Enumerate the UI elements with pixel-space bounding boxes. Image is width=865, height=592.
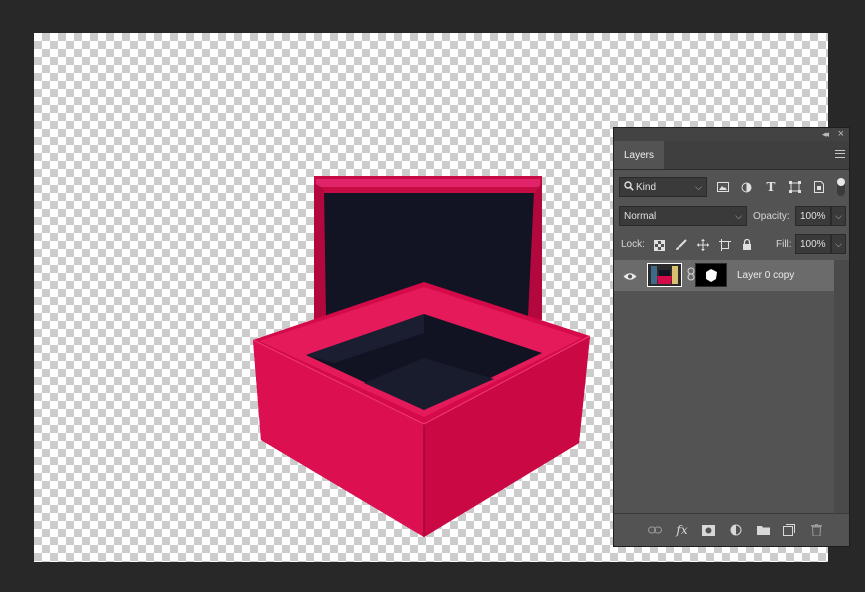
lock-row: Lock: Fill: 100% ⌵ — [614, 234, 849, 256]
image-filter-icon[interactable] — [715, 179, 731, 195]
chevron-down-icon: ⌵ — [735, 211, 742, 221]
new-group-icon[interactable] — [755, 522, 771, 538]
layer-name[interactable]: Layer 0 copy — [737, 270, 794, 281]
lock-all-icon[interactable] — [739, 237, 755, 253]
filter-row: Kind ⌵ T — [614, 176, 849, 198]
blend-mode-value: Normal — [624, 210, 657, 222]
lock-position-icon[interactable] — [695, 237, 711, 253]
lock-transparent-pixels-icon[interactable] — [651, 237, 667, 253]
panel-menu-icon[interactable] — [835, 150, 845, 158]
add-mask-icon[interactable] — [700, 522, 716, 538]
fill-label: Fill: — [776, 239, 792, 250]
lock-label: Lock: — [621, 239, 645, 250]
layer-row[interactable]: Layer 0 copy — [614, 260, 834, 291]
lock-artboard-icon[interactable] — [717, 237, 733, 253]
fill-input[interactable]: 100% — [795, 234, 831, 254]
layers-scrollbar[interactable] — [834, 260, 849, 514]
close-icon[interactable]: × — [838, 128, 844, 140]
chevron-down-icon: ⌵ — [695, 182, 702, 192]
fill-value: 100% — [800, 238, 826, 250]
eye-visibility-icon[interactable] — [622, 268, 638, 284]
opacity-input[interactable]: 100% — [795, 206, 831, 226]
layer-thumbnail[interactable] — [647, 263, 682, 287]
opacity-value: 100% — [800, 210, 826, 222]
filter-kind-label: Kind — [636, 181, 657, 193]
opacity-dropdown[interactable]: ⌵ — [831, 206, 846, 226]
filter-toggle-switch[interactable] — [837, 178, 845, 196]
adjustment-filter-icon[interactable] — [738, 179, 754, 195]
fx-icon[interactable]: fx — [674, 522, 690, 538]
trash-icon[interactable] — [808, 522, 824, 538]
layers-bottom-toolbar: fx — [614, 513, 849, 546]
layer-mask-thumbnail[interactable] — [695, 263, 727, 287]
filter-toggle-knob — [837, 178, 845, 186]
panel-tab-row: Layers — [614, 141, 849, 170]
layers-panel: ◂◂ × Layers Kind ⌵ T Normal ⌵ Opacity: 1… — [613, 127, 850, 547]
tab-layers[interactable]: Layers — [614, 141, 664, 169]
blend-mode-select[interactable]: Normal ⌵ — [619, 206, 747, 226]
blend-row: Normal ⌵ Opacity: 100% ⌵ — [614, 206, 849, 228]
link-layers-icon[interactable] — [647, 522, 663, 538]
collapse-panel-icon[interactable]: ◂◂ — [822, 129, 829, 140]
new-layer-icon[interactable] — [781, 522, 797, 538]
fill-dropdown[interactable]: ⌵ — [831, 234, 846, 254]
lock-image-pixels-icon[interactable] — [673, 237, 689, 253]
search-icon — [624, 180, 636, 194]
chevron-down-icon: ⌵ — [835, 239, 842, 249]
opacity-label: Opacity: — [753, 211, 790, 222]
smart-object-filter-icon[interactable] — [811, 179, 827, 195]
shape-filter-icon[interactable] — [787, 179, 803, 195]
filter-kind-select[interactable]: Kind ⌵ — [619, 177, 707, 197]
adjustment-layer-icon[interactable] — [728, 522, 744, 538]
type-filter-icon[interactable]: T — [763, 179, 779, 195]
panel-title-bar[interactable]: ◂◂ × — [614, 128, 849, 141]
chevron-down-icon: ⌵ — [835, 211, 842, 221]
